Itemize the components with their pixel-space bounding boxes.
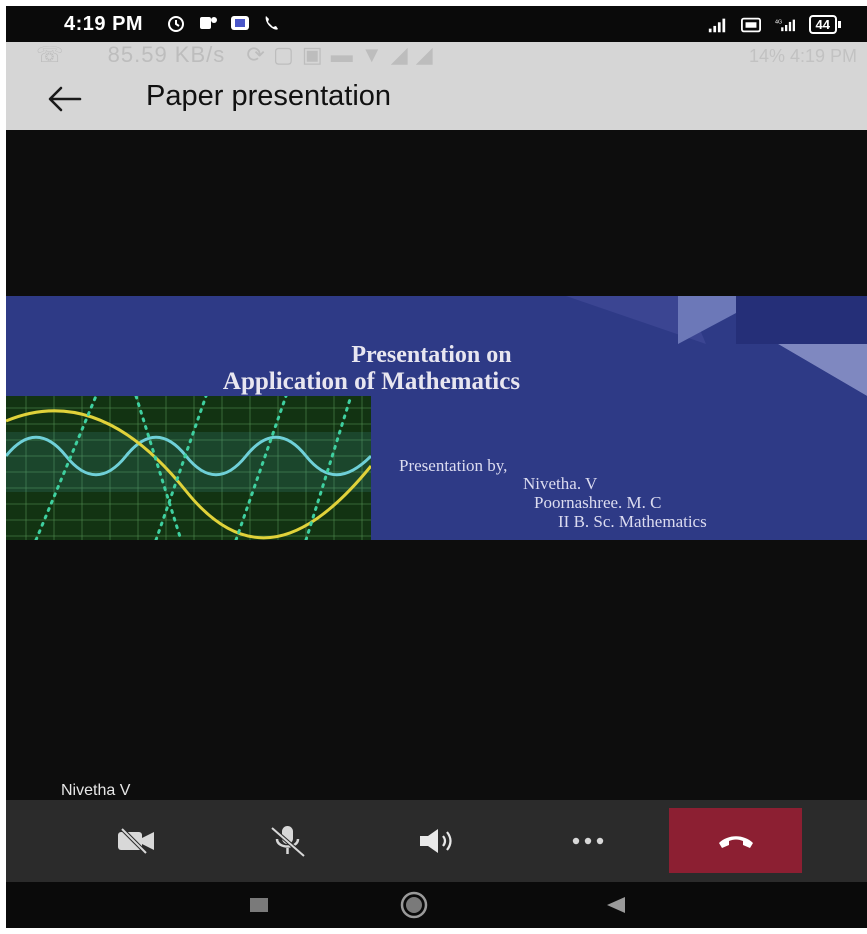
camera-off-icon: [118, 828, 154, 854]
hangup-icon: [718, 835, 753, 848]
alarm-icon: [168, 16, 184, 32]
oscilloscope-wave-image: [6, 396, 371, 540]
status-right-icons: 4G 44: [707, 15, 841, 34]
nav-back-button[interactable]: [596, 882, 636, 928]
ghost-status-overlay: ☏ 85.59 KB/s ⟳ ▢ ▣ ▬ ▼ ◢ ◢: [36, 42, 434, 68]
signal-icon: [708, 18, 725, 32]
svg-text:4G: 4G: [775, 19, 782, 25]
more-icon: [572, 837, 604, 845]
teams-icon: [231, 16, 249, 30]
ghost-icons: ⟳ ▢ ▣ ▬ ▼ ◢ ◢: [246, 42, 434, 67]
battery-level: 44: [808, 15, 837, 34]
status-left-icons: [166, 14, 282, 32]
status-bar: 4:19 PM 4G 44: [6, 6, 867, 42]
presenter-course: II B. Sc. Mathematics: [558, 512, 707, 531]
call-controls: [6, 800, 867, 882]
call-screen: 4:19 PM 4G 44 ☏ 85.59 KB/s ⟳ ▢ ▣ ▬ ▼ ◢ ◢…: [6, 6, 867, 928]
mic-toggle-button[interactable]: [258, 800, 318, 882]
status-time: 4:19 PM: [64, 13, 144, 35]
home-icon: [400, 891, 428, 919]
volte-icon: [740, 17, 761, 32]
nav-back-icon: [607, 897, 625, 913]
camera-toggle-button[interactable]: [106, 800, 166, 882]
shared-slide: Presentation on Application of Mathemati…: [6, 296, 867, 540]
presenter-name-1: Nivetha. V: [523, 474, 598, 493]
network-speed: 85.59 KB/s: [107, 42, 226, 67]
system-nav-bar: [6, 882, 867, 928]
ghost-call-icon: ☏: [36, 42, 65, 67]
participant-name: Nivetha V: [61, 782, 131, 799]
battery-icon: 44: [808, 15, 841, 34]
page-title: Paper presentation: [146, 80, 392, 112]
mic-off-icon: [270, 826, 306, 858]
recents-icon: [250, 898, 268, 912]
home-button[interactable]: [394, 882, 434, 928]
back-arrow-icon[interactable]: [46, 84, 82, 114]
speaker-button[interactable]: [408, 800, 468, 882]
presenter-name-2: Poornashree. M. C: [534, 493, 662, 512]
call-icon: [265, 16, 278, 30]
more-options-button[interactable]: [558, 800, 618, 882]
recents-button[interactable]: [244, 882, 274, 928]
4g-signal-icon: 4G: [775, 19, 795, 31]
ghost-status-right: 14% 4:19 PM: [748, 46, 857, 66]
speaker-icon: [420, 829, 452, 853]
hangup-button[interactable]: [669, 808, 802, 873]
presented-by-label: Presentation by,: [399, 456, 508, 475]
teams-icon: [200, 17, 217, 29]
slide-title-line1: Presentation on: [351, 342, 512, 368]
slide-title-line2: Application of Mathematics: [222, 368, 521, 395]
